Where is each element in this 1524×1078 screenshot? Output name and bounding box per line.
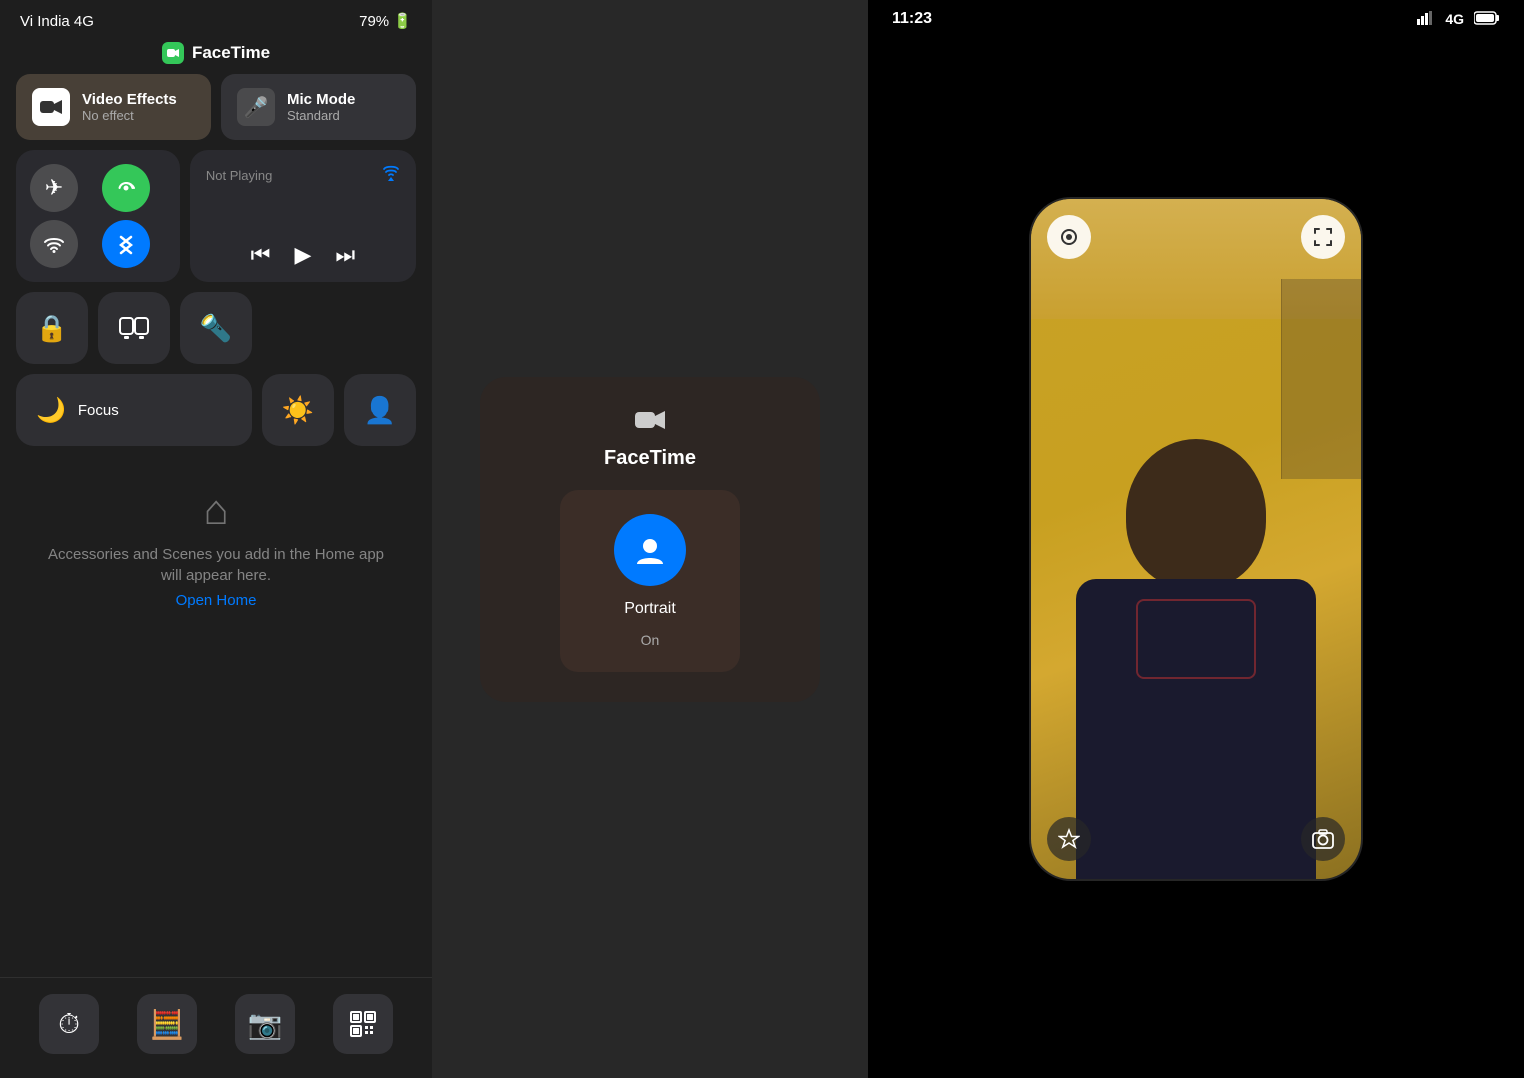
flashlight-button[interactable]: 🔦 [180, 292, 252, 364]
battery-icon [1474, 11, 1500, 28]
focus-label: Focus [78, 402, 119, 419]
brightness-button[interactable]: ☀️ [262, 374, 334, 446]
portrait-status: On [641, 632, 660, 648]
mic-icon: 🎤 [237, 88, 275, 126]
person-in-video [1056, 359, 1336, 879]
second-tiles-row: 🔒 🔦 [16, 292, 416, 364]
person-head [1126, 439, 1266, 589]
now-playing-controls: ⏮ ▶ ⏭ [206, 242, 400, 268]
control-center-panel: Vi India 4G 79% 🔋 FaceTime Video Effects… [0, 0, 432, 1078]
top-controls-row: Video Effects No effect 🎤 Mic Mode Stand… [16, 74, 416, 140]
portrait-icon [614, 514, 686, 586]
play-button[interactable]: ▶ [294, 242, 311, 268]
signal-icon [1417, 11, 1435, 28]
mic-mode-button[interactable]: 🎤 Mic Mode Standard [221, 74, 416, 140]
timer-dock-button[interactable]: ⏱ [39, 994, 99, 1054]
tshirt-detail [1136, 599, 1256, 679]
now-playing-title: Not Playing [206, 168, 272, 183]
main-tiles-row: ✈ Not Playing [16, 150, 416, 282]
person-body [1076, 579, 1316, 879]
video-content [1031, 199, 1361, 879]
home-section: ⌂ Accessories and Scenes you add in the … [0, 476, 432, 619]
portrait-mode-tile[interactable]: Portrait On [560, 490, 740, 672]
airplane-mode-button[interactable]: ✈ [30, 164, 78, 212]
carrier-label: Vi India 4G [20, 13, 94, 30]
status-bar-1: Vi India 4G 79% 🔋 [0, 0, 432, 36]
facetime-label: FaceTime [192, 43, 270, 63]
accessibility-button[interactable]: 👤 [344, 374, 416, 446]
video-effects-button[interactable]: Video Effects No effect [16, 74, 211, 140]
status-right-icons: 4G [1417, 11, 1500, 28]
now-playing-widget[interactable]: Not Playing ⏮ ▶ ⏭ [190, 150, 416, 282]
video-effects-text: Video Effects No effect [82, 91, 177, 123]
network-label: 4G [1445, 11, 1464, 27]
mic-mode-sublabel: Standard [287, 108, 355, 123]
qrcode-dock-button[interactable] [333, 994, 393, 1054]
video-effects-icon [32, 88, 70, 126]
facetime-popup-panel: FaceTime Portrait On [432, 0, 868, 1078]
facetime-dot [162, 42, 184, 64]
focus-button[interactable]: 🌙 Focus [16, 374, 252, 446]
calculator-dock-button[interactable]: 🧮 [137, 994, 197, 1054]
next-track-button[interactable]: ⏭ [335, 242, 355, 268]
status-bar-3: 11:23 4G [868, 0, 1524, 38]
now-playing-header: Not Playing [206, 164, 400, 187]
screen-mirror-button[interactable] [98, 292, 170, 364]
cellular-button[interactable] [102, 164, 150, 212]
battery-label: 79% 🔋 [359, 12, 412, 30]
wifi-button[interactable] [30, 220, 78, 268]
video-effects-label: Video Effects [82, 91, 177, 108]
video-effects-sublabel: No effect [82, 108, 177, 123]
bottom-dock: ⏱ 🧮 📷 [0, 977, 432, 1078]
facetime-indicator: FaceTime [0, 36, 432, 74]
open-home-link[interactable]: Open Home [176, 592, 257, 609]
camera-dock-button[interactable]: 📷 [235, 994, 295, 1054]
previous-track-button[interactable]: ⏮ [251, 242, 271, 268]
connectivity-grid: ✈ [16, 150, 180, 282]
popup-camera-icon [634, 407, 666, 439]
facetime-call-panel: 11:23 4G [868, 0, 1524, 1078]
moon-icon: 🌙 [36, 396, 66, 425]
screen-lock-button[interactable]: 🔒 [16, 292, 88, 364]
take-photo-button[interactable] [1301, 817, 1345, 861]
fullscreen-button[interactable] [1301, 215, 1345, 259]
mic-mode-label: Mic Mode [287, 91, 355, 108]
time-label: 11:23 [892, 10, 932, 28]
airplay-icon [382, 164, 400, 187]
control-grid: Video Effects No effect 🎤 Mic Mode Stand… [0, 74, 432, 446]
popup-facetime-title: FaceTime [604, 447, 696, 470]
third-tiles-row: 🌙 Focus ☀️ 👤 [16, 374, 416, 446]
portrait-label: Portrait [624, 600, 676, 618]
home-icon: ⌂ [203, 486, 228, 534]
bluetooth-button[interactable] [102, 220, 150, 268]
facetime-video-effects-popup: FaceTime Portrait On [480, 377, 820, 702]
mic-text: Mic Mode Standard [287, 91, 355, 123]
add-to-favorites-button[interactable] [1047, 817, 1091, 861]
phone-frame [1031, 199, 1361, 879]
camera-flip-button[interactable] [1047, 215, 1091, 259]
home-accessories-text: Accessories and Scenes you add in the Ho… [40, 544, 392, 586]
